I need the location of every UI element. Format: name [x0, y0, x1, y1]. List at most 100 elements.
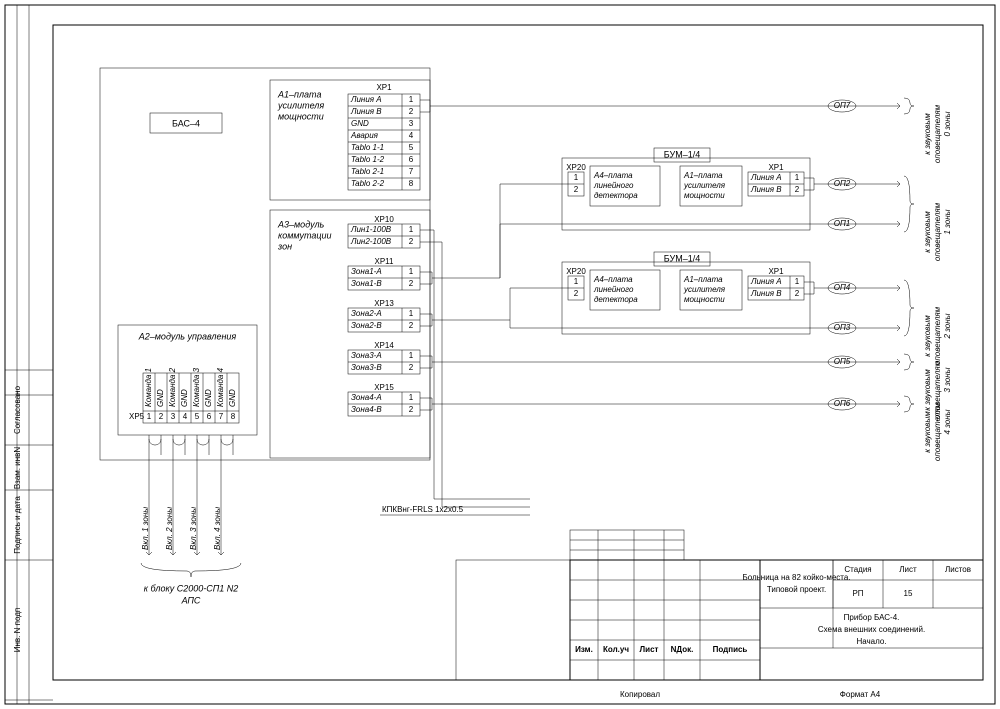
- svg-text:Зона2-А: Зона2-А: [351, 309, 382, 318]
- svg-text:А3–модуль: А3–модуль: [277, 219, 325, 229]
- svg-text:8: 8: [231, 412, 236, 421]
- svg-text:1: 1: [795, 277, 800, 286]
- svg-text:2: 2: [409, 279, 414, 288]
- svg-text:Вкл. 1 зоны: Вкл. 1 зоны: [141, 507, 150, 550]
- svg-text:1: 1: [574, 277, 579, 286]
- svg-text:7: 7: [219, 412, 224, 421]
- svg-text:2: 2: [409, 405, 414, 414]
- svg-text:Линия В: Линия В: [750, 185, 782, 194]
- svg-text:XP20: XP20: [566, 267, 586, 276]
- svg-text:ОП7: ОП7: [834, 101, 851, 110]
- svg-text:А2–модуль управления: А2–модуль управления: [138, 331, 237, 341]
- svg-text:ОП5: ОП5: [834, 357, 851, 366]
- svg-text:1: 1: [795, 173, 800, 182]
- svg-text:БУМ–1/4: БУМ–1/4: [664, 149, 700, 159]
- svg-text:1: 1: [574, 173, 579, 182]
- svg-text:Зона3-А: Зона3-А: [351, 351, 382, 360]
- svg-text:XP20: XP20: [566, 163, 586, 172]
- svg-text:Авария: Авария: [350, 131, 379, 140]
- svg-text:GND: GND: [228, 389, 237, 407]
- svg-text:XP1: XP1: [768, 267, 784, 276]
- svg-text:усилителя: усилителя: [683, 285, 726, 294]
- svg-text:Команда 4: Команда 4: [216, 367, 225, 407]
- svg-text:Лин1-100В: Лин1-100В: [350, 225, 392, 234]
- svg-text:РП: РП: [852, 589, 863, 598]
- svg-text:2 зоны: 2 зоны: [943, 313, 952, 339]
- svg-text:Линия А: Линия А: [750, 173, 782, 182]
- svg-text:4 зоны: 4 зоны: [943, 409, 952, 434]
- svg-text:к звуковым: к звуковым: [923, 315, 932, 357]
- svg-text:Зона4-В: Зона4-В: [351, 405, 382, 414]
- svg-text:Подпись: Подпись: [713, 645, 748, 654]
- svg-text:к звуковым: к звуковым: [923, 113, 932, 155]
- svg-text:коммутации: коммутации: [278, 230, 332, 240]
- svg-text:Кол.уч: Кол.уч: [603, 645, 629, 654]
- svg-text:Копировал: Копировал: [620, 690, 660, 699]
- svg-text:усилителя: усилителя: [277, 100, 324, 110]
- svg-text:Лист: Лист: [640, 645, 659, 654]
- svg-text:1: 1: [409, 95, 414, 104]
- svg-text:А1–плата: А1–плата: [683, 171, 723, 180]
- svg-text:2: 2: [574, 289, 579, 298]
- svg-text:А1–плата: А1–плата: [683, 275, 723, 284]
- svg-text:1: 1: [147, 412, 152, 421]
- svg-text:к блоку С2000-СП1 N2: к блоку С2000-СП1 N2: [144, 583, 239, 593]
- svg-text:2: 2: [409, 107, 414, 116]
- svg-text:3: 3: [409, 119, 414, 128]
- svg-text:NДок.: NДок.: [671, 645, 694, 654]
- svg-text:Взам. инвN: Взам. инвN: [13, 447, 22, 490]
- svg-text:Лин2-100В: Лин2-100В: [350, 237, 392, 246]
- svg-text:Лист: Лист: [899, 565, 917, 574]
- svg-text:Листов: Листов: [945, 565, 971, 574]
- svg-text:2: 2: [159, 412, 164, 421]
- svg-text:Зона1-А: Зона1-А: [351, 267, 382, 276]
- svg-text:GND: GND: [351, 119, 369, 128]
- svg-text:А4–плата: А4–плата: [593, 171, 633, 180]
- svg-text:КПКВнг-FRLS 1x2x0.5: КПКВнг-FRLS 1x2x0.5: [382, 505, 464, 514]
- svg-text:Подпись и дата: Подпись и дата: [13, 496, 22, 554]
- svg-text:XP10: XP10: [374, 215, 394, 224]
- svg-text:2: 2: [574, 185, 579, 194]
- svg-text:Tablo 1-2: Tablo 1-2: [351, 155, 385, 164]
- svg-text:XP11: XP11: [375, 257, 395, 266]
- svg-text:зон: зон: [277, 241, 292, 251]
- svg-text:XP5: XP5: [129, 412, 145, 421]
- svg-text:1: 1: [409, 351, 414, 360]
- svg-text:Линия A: Линия A: [350, 95, 382, 104]
- svg-text:2: 2: [409, 237, 414, 246]
- svg-text:Зона4-А: Зона4-А: [351, 393, 382, 402]
- svg-text:ОП2: ОП2: [834, 179, 851, 188]
- svg-text:к звуковым: к звуковым: [923, 411, 932, 453]
- svg-text:1: 1: [409, 225, 414, 234]
- svg-text:мощности: мощности: [684, 295, 725, 304]
- svg-text:Формат А4: Формат А4: [840, 690, 881, 699]
- svg-text:Типовой проект.: Типовой проект.: [767, 585, 826, 594]
- svg-text:6: 6: [207, 412, 212, 421]
- svg-text:Изм.: Изм.: [575, 645, 593, 654]
- svg-text:GND: GND: [156, 389, 165, 407]
- svg-text:Зона2-В: Зона2-В: [351, 321, 382, 330]
- svg-text:А4–плата: А4–плата: [593, 275, 633, 284]
- svg-text:7: 7: [409, 167, 414, 176]
- svg-text:1: 1: [409, 309, 414, 318]
- svg-text:2: 2: [409, 321, 414, 330]
- svg-text:детектора: детектора: [594, 295, 638, 304]
- svg-text:Команда 2: Команда 2: [168, 367, 177, 407]
- svg-text:2: 2: [795, 185, 800, 194]
- svg-text:Прибор БАС-4.: Прибор БАС-4.: [844, 613, 900, 622]
- svg-text:Tablo 2-2: Tablo 2-2: [351, 179, 385, 188]
- svg-text:4: 4: [183, 412, 188, 421]
- svg-text:ОП3: ОП3: [834, 323, 851, 332]
- svg-text:6: 6: [409, 155, 414, 164]
- svg-text:оповещателям: оповещателям: [933, 202, 942, 261]
- svg-text:Tablo 2-1: Tablo 2-1: [351, 167, 384, 176]
- svg-text:XP15: XP15: [374, 383, 394, 392]
- svg-text:XP1: XP1: [376, 83, 392, 92]
- svg-text:GND: GND: [204, 389, 213, 407]
- svg-text:детектора: детектора: [594, 191, 638, 200]
- svg-text:ОП4: ОП4: [834, 283, 851, 292]
- svg-text:XP14: XP14: [374, 341, 394, 350]
- svg-text:Вкл. 4 зоны: Вкл. 4 зоны: [213, 507, 222, 550]
- svg-text:0 зоны: 0 зоны: [943, 111, 952, 136]
- svg-text:XP1: XP1: [768, 163, 784, 172]
